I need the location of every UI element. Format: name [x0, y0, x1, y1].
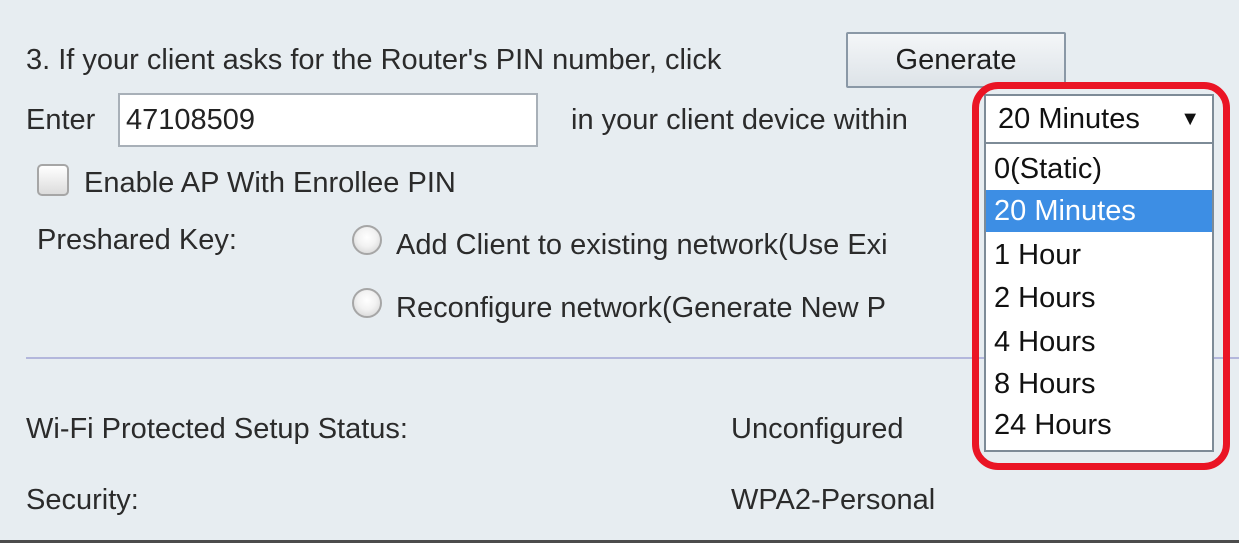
bottom-border: [0, 540, 1239, 550]
pin-input[interactable]: [118, 93, 538, 147]
generate-button[interactable]: Generate: [846, 32, 1066, 88]
add-client-radio[interactable]: [352, 225, 382, 255]
wps-settings-panel: 3. If your client asks for the Router's …: [0, 0, 1239, 550]
timeout-dropdown-list: 0(Static) 20 Minutes 1 Hour 2 Hours 4 Ho…: [984, 144, 1214, 452]
timeout-option-24-hours[interactable]: 24 Hours: [986, 404, 1212, 446]
wps-status-value: Unconfigured: [731, 413, 904, 445]
within-label: in your client device within: [571, 104, 908, 136]
timeout-option-static[interactable]: 0(Static): [986, 148, 1212, 190]
chevron-down-icon: ▼: [1180, 108, 1200, 130]
enable-ap-checkbox[interactable]: [37, 164, 69, 196]
enter-label: Enter: [26, 104, 96, 136]
preshared-key-label: Preshared Key:: [37, 224, 237, 256]
enable-ap-label: Enable AP With Enrollee PIN: [84, 167, 456, 199]
timeout-option-8-hours[interactable]: 8 Hours: [986, 363, 1212, 405]
wps-status-label: Wi-Fi Protected Setup Status:: [26, 413, 408, 445]
add-client-label: Add Client to existing network(Use Exi: [396, 229, 888, 261]
security-value: WPA2-Personal: [731, 484, 936, 516]
security-label: Security:: [26, 484, 139, 516]
timeout-option-4-hours[interactable]: 4 Hours: [986, 321, 1212, 363]
timeout-option-20-minutes[interactable]: 20 Minutes: [986, 190, 1212, 232]
reconfigure-network-label: Reconfigure network(Generate New P: [396, 292, 887, 324]
timeout-option-2-hours[interactable]: 2 Hours: [986, 277, 1212, 319]
timeout-option-1-hour[interactable]: 1 Hour: [986, 234, 1212, 276]
timeout-select[interactable]: 20 Minutes ▼: [984, 94, 1214, 144]
reconfigure-network-radio[interactable]: [352, 288, 382, 318]
timeout-select-value: 20 Minutes: [998, 103, 1140, 135]
step-instruction: 3. If your client asks for the Router's …: [26, 44, 722, 76]
